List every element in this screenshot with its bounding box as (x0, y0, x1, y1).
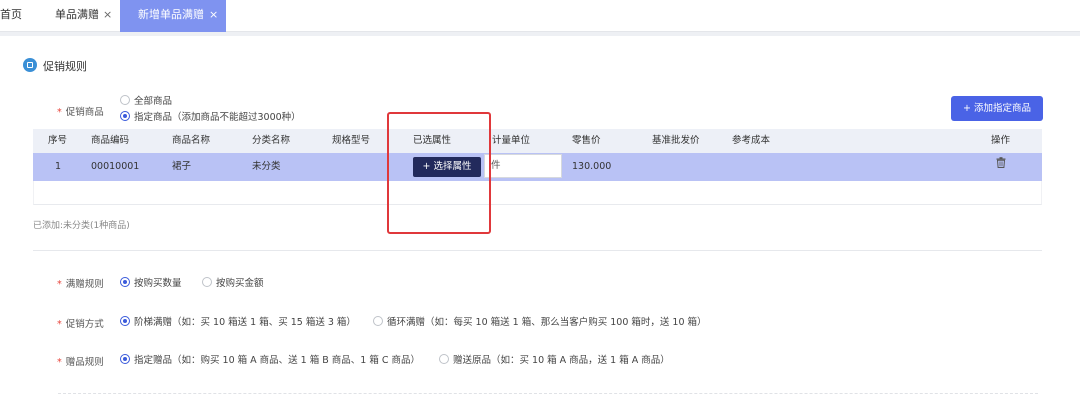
tab-bar: 首页 单品满赠 × 新增单品满赠 × (0, 0, 1080, 32)
radio-tiered-gift-label: 阶梯满赠（如：买 10 箱送 1 箱、买 15 箱送 3 箱） (134, 317, 356, 328)
section-title: 促销规则 (43, 60, 87, 73)
tab-new-single-gift[interactable]: 新增单品满赠 × (120, 0, 226, 32)
required-mark: * (57, 107, 62, 118)
close-icon[interactable]: × (209, 8, 218, 21)
dashed-divider (58, 393, 1038, 394)
radio-icon[interactable] (373, 316, 383, 326)
gift-item-rule-label-text: 赠品规则 (65, 357, 104, 368)
trash-icon[interactable] (996, 157, 1006, 168)
radio-specified-gift[interactable]: 指定赠品（如：购买 10 箱 A 商品、送 1 箱 B 商品、1 箱 C 商品） (120, 352, 420, 366)
required-mark: * (57, 279, 62, 290)
col-cost: 参考成本 (732, 135, 771, 146)
radio-icon[interactable] (120, 95, 130, 105)
unit-input[interactable]: 件 (484, 154, 562, 178)
cell-name: 裙子 (172, 161, 192, 172)
tab-home-label: 首页 (0, 8, 22, 21)
radio-checked-icon[interactable] (120, 277, 130, 287)
radio-icon[interactable] (202, 277, 212, 287)
radio-by-quantity-label: 按购买数量 (134, 278, 182, 289)
col-action: 操作 (991, 135, 1011, 146)
radio-all-goods[interactable]: 全部商品 (120, 93, 172, 107)
required-mark: * (57, 357, 62, 368)
tab-single-gift[interactable]: 单品满赠 × (55, 0, 112, 32)
col-index: 序号 (48, 135, 68, 146)
gift-rule-label-text: 满赠规则 (65, 279, 104, 290)
cell-code: 00010001 (91, 161, 140, 172)
radio-by-quantity[interactable]: 按购买数量 (120, 275, 182, 289)
gift-item-rule-label: * 赠品规则 (57, 354, 104, 368)
radio-specified-goods-label: 指定商品（添加商品不能超过3000种） (134, 112, 301, 123)
table-empty-row (33, 181, 1042, 205)
col-retail: 零售价 (572, 135, 601, 146)
radio-checked-icon[interactable] (120, 111, 130, 121)
col-code: 商品编码 (91, 135, 130, 146)
radio-cyclic-gift-label: 循环满赠（如：每买 10 箱送 1 箱、那么当客户购买 100 箱时，送 10 … (387, 317, 707, 328)
tab-single-gift-label: 单品满赠 (55, 8, 99, 21)
col-name: 商品名称 (172, 135, 211, 146)
promo-goods-label-text: 促销商品 (65, 107, 104, 118)
radio-checked-icon[interactable] (120, 354, 130, 364)
radio-specified-gift-label: 指定赠品（如：购买 10 箱 A 商品、送 1 箱 B 商品、1 箱 C 商品） (134, 355, 421, 366)
cell-category: 未分类 (252, 161, 281, 172)
cell-index: 1 (55, 161, 62, 172)
promo-goods-label: * 促销商品 (57, 104, 104, 118)
tab-new-single-gift-label: 新增单品满赠 (138, 8, 204, 21)
promo-method-label-text: 促销方式 (65, 319, 104, 330)
add-specified-goods-button[interactable]: + 添加指定商品 (951, 96, 1043, 121)
promo-rules-panel: 促销规则 * 促销商品 全部商品 指定商品（添加商品不能超过3000种） + 添加… (0, 36, 1080, 406)
tab-home[interactable]: 首页 (0, 0, 22, 32)
radio-specified-goods[interactable]: 指定商品（添加商品不能超过3000种） (120, 109, 301, 123)
cell-retail: 130.000 (572, 161, 612, 172)
section-icon (23, 58, 37, 72)
radio-all-goods-label: 全部商品 (134, 96, 173, 107)
radio-by-amount[interactable]: 按购买金额 (202, 275, 264, 289)
radio-original-gift-label: 赠送原品（如：买 10 箱 A 商品，送 1 箱 A 商品） (453, 355, 670, 366)
col-wholesale: 基准批发价 (652, 135, 700, 146)
divider (33, 250, 1042, 251)
col-spec: 规格型号 (332, 135, 371, 146)
table-header: 序号 商品编码 商品名称 分类名称 规格型号 已选属性 计量单位 零售价 基准批… (33, 129, 1042, 153)
col-unit: 计量单位 (492, 135, 531, 146)
promo-method-label: * 促销方式 (57, 316, 104, 330)
close-icon[interactable]: × (103, 8, 112, 21)
added-summary: 已添加:未分类(1种商品) (33, 221, 130, 231)
gift-rule-label: * 满赠规则 (57, 276, 104, 290)
radio-icon[interactable] (439, 354, 449, 364)
radio-by-amount-label: 按购买金额 (216, 278, 264, 289)
radio-checked-icon[interactable] (120, 316, 130, 326)
col-category: 分类名称 (252, 135, 291, 146)
radio-original-gift[interactable]: 赠送原品（如：买 10 箱 A 商品，送 1 箱 A 商品） (439, 352, 670, 366)
highlight-box (387, 112, 491, 234)
required-mark: * (57, 319, 62, 330)
radio-tiered-gift[interactable]: 阶梯满赠（如：买 10 箱送 1 箱、买 15 箱送 3 箱） (120, 314, 356, 328)
radio-cyclic-gift[interactable]: 循环满赠（如：每买 10 箱送 1 箱、那么当客户购买 100 箱时，送 10 … (373, 314, 707, 328)
